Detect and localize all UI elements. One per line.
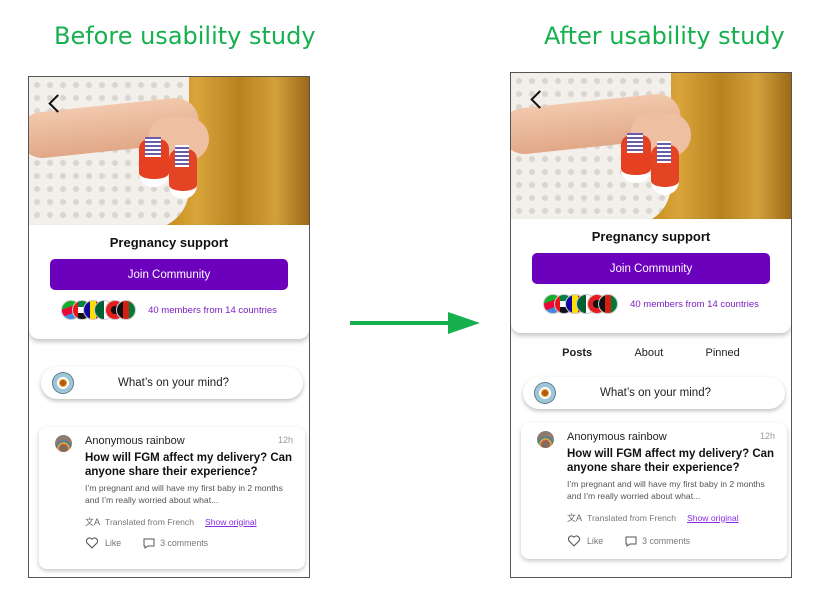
like-button[interactable]: Like bbox=[85, 537, 121, 549]
flag-stack bbox=[61, 300, 137, 320]
after-heading: After usability study bbox=[544, 22, 785, 50]
translate-icon: 文A bbox=[567, 513, 583, 523]
post-card[interactable]: Anonymous rainbow 12h How will FGM affec… bbox=[521, 423, 787, 559]
members-row: 40 members from 14 countries bbox=[511, 284, 791, 324]
comment-icon bbox=[625, 536, 637, 547]
flag-afghanistan-icon bbox=[598, 294, 619, 314]
author-avatar bbox=[537, 431, 554, 448]
community-cover-image bbox=[511, 73, 791, 223]
like-label: Like bbox=[105, 538, 122, 548]
comments-button[interactable]: 3 comments bbox=[143, 538, 208, 549]
tab-pinned[interactable]: Pinned bbox=[706, 347, 740, 359]
post-author: Anonymous rainbow bbox=[85, 435, 185, 447]
before-heading: Before usability study bbox=[54, 22, 316, 50]
heart-icon bbox=[85, 537, 99, 549]
translation-row: 文A Translated from French Show original bbox=[85, 515, 257, 528]
members-count-text[interactable]: 40 members from 14 countries bbox=[148, 305, 277, 316]
members-count-text[interactable]: 40 members from 14 countries bbox=[630, 299, 759, 310]
community-info-card: Pregnancy support Join Community 40 memb… bbox=[29, 225, 309, 339]
post-card[interactable]: Anonymous rainbow 12h How will FGM affec… bbox=[39, 427, 305, 569]
translate-icon: 文A bbox=[85, 517, 101, 527]
tab-about[interactable]: About bbox=[634, 347, 663, 359]
tab-posts[interactable]: Posts bbox=[562, 347, 592, 359]
translated-label: Translated from French bbox=[105, 516, 195, 527]
user-avatar bbox=[534, 382, 556, 404]
post-actions: Like 3 comments bbox=[85, 537, 208, 549]
flag-afghanistan-icon bbox=[116, 300, 137, 320]
translation-row: 文A Translated from French Show original bbox=[567, 511, 739, 524]
heart-icon bbox=[567, 535, 581, 547]
post-time: 12h bbox=[759, 431, 775, 441]
post-body: I’m pregnant and will have my first baby… bbox=[85, 483, 283, 505]
composer-placeholder: What’s on your mind? bbox=[599, 387, 711, 399]
community-title: Pregnancy support bbox=[591, 229, 711, 244]
chevron-left-icon[interactable] bbox=[45, 93, 67, 115]
post-title: How will FGM affect my delivery? Can any… bbox=[85, 452, 293, 478]
post-body: I’m pregnant and will have my first baby… bbox=[567, 479, 765, 501]
post-author: Anonymous rainbow bbox=[567, 431, 667, 443]
composer-placeholder: What’s on your mind? bbox=[117, 377, 229, 389]
community-title: Pregnancy support bbox=[109, 235, 229, 250]
after-screen: Pregnancy support Join Community 40 memb… bbox=[510, 72, 792, 578]
like-label: Like bbox=[587, 536, 604, 546]
post-composer[interactable]: What’s on your mind? bbox=[41, 367, 303, 399]
community-info-card: Pregnancy support Join Community 40 memb… bbox=[511, 219, 791, 333]
comments-label: 3 comments bbox=[160, 538, 209, 548]
arrow-right-icon bbox=[350, 312, 480, 334]
join-community-button[interactable]: Join Community bbox=[50, 259, 288, 290]
comments-label: 3 comments bbox=[642, 536, 691, 546]
author-avatar bbox=[55, 435, 72, 452]
user-avatar bbox=[52, 372, 74, 394]
chevron-left-icon[interactable] bbox=[527, 89, 549, 111]
community-cover-image bbox=[29, 77, 309, 229]
comments-button[interactable]: 3 comments bbox=[625, 536, 690, 547]
show-original-link[interactable]: Show original bbox=[687, 513, 739, 523]
join-community-button[interactable]: Join Community bbox=[532, 253, 770, 284]
community-tabs: Posts About Pinned bbox=[511, 347, 791, 359]
like-button[interactable]: Like bbox=[567, 535, 603, 547]
show-original-link[interactable]: Show original bbox=[205, 517, 257, 527]
comment-icon bbox=[143, 538, 155, 549]
members-row: 40 members from 14 countries bbox=[29, 290, 309, 330]
flag-stack bbox=[543, 294, 619, 314]
translated-label: Translated from French bbox=[587, 512, 677, 523]
post-actions: Like 3 comments bbox=[567, 535, 690, 547]
post-time: 12h bbox=[277, 435, 293, 445]
post-title: How will FGM affect my delivery? Can any… bbox=[567, 448, 775, 474]
post-composer[interactable]: What’s on your mind? bbox=[523, 377, 785, 409]
before-screen: Pregnancy support Join Community 40 memb… bbox=[28, 76, 310, 578]
